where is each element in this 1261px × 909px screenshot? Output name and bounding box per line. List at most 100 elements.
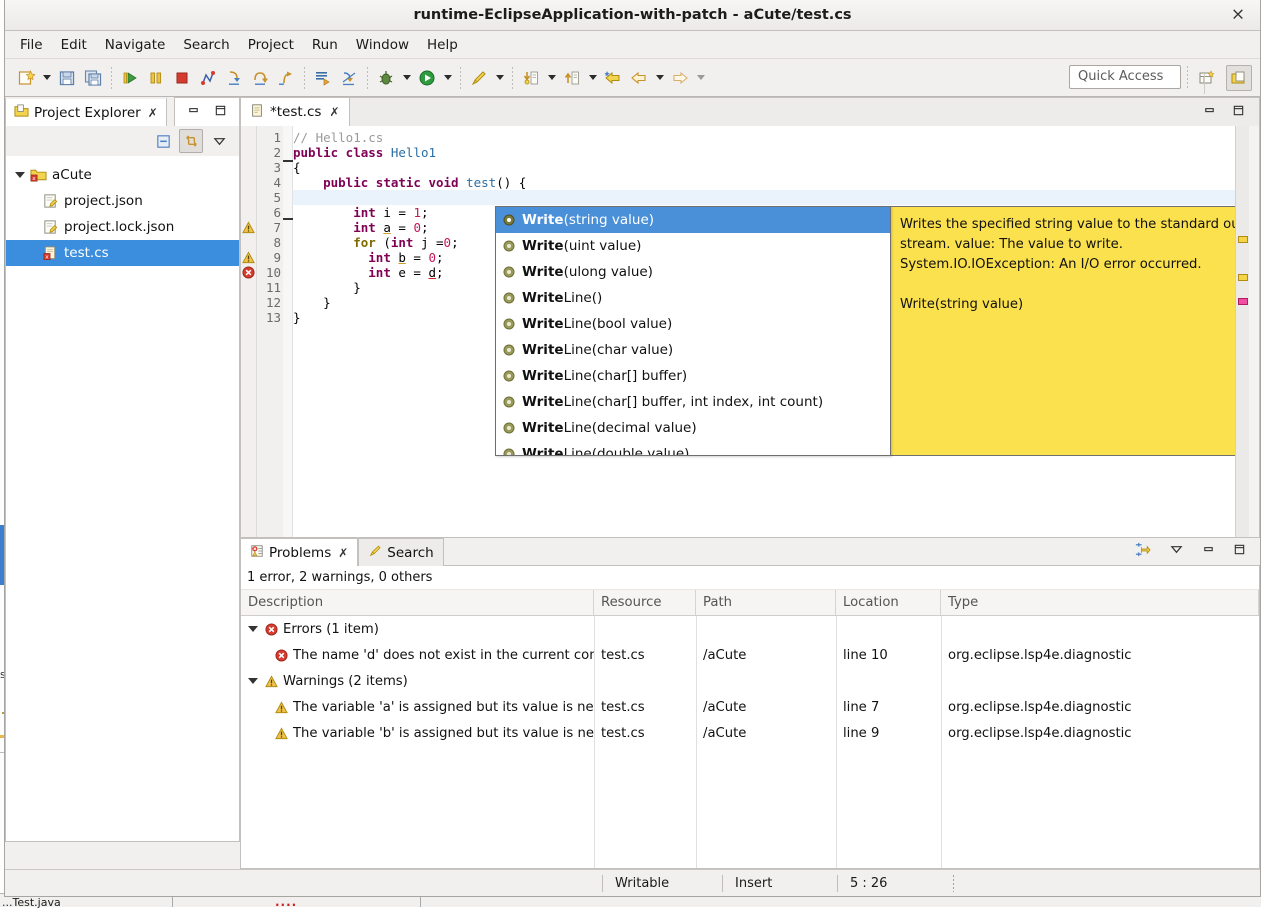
- debug-icon[interactable]: [373, 65, 399, 91]
- folding-marker[interactable]: [283, 218, 293, 220]
- close-icon[interactable]: ×: [1228, 7, 1248, 24]
- menu-item-edit[interactable]: Edit: [52, 33, 96, 57]
- autocomplete-item[interactable]: WriteLine(char[] buffer, int index, int …: [496, 389, 890, 415]
- chevron-down-icon[interactable]: [248, 626, 258, 632]
- close-icon[interactable]: ✗: [329, 105, 339, 119]
- menu-item-run[interactable]: Run: [303, 33, 347, 57]
- problems-group-row[interactable]: Warnings (2 items): [241, 668, 1259, 694]
- forward-dropdown-arrow[interactable]: [693, 65, 708, 91]
- external-tools-icon[interactable]: [466, 65, 492, 91]
- tab-problems[interactable]: Problems ✗: [240, 538, 358, 566]
- warning-marker-icon[interactable]: [242, 221, 255, 238]
- autocomplete-item[interactable]: Write(uint value): [496, 233, 890, 259]
- menu-item-window[interactable]: Window: [347, 33, 418, 57]
- sidebar-item-project-json[interactable]: project.json: [6, 188, 239, 214]
- editor-folding-ruler[interactable]: [283, 126, 293, 537]
- open-task-icon[interactable]: [310, 65, 336, 91]
- forward-icon[interactable]: [667, 65, 693, 91]
- focus-on-selection-icon[interactable]: [1134, 541, 1151, 562]
- back-history-icon[interactable]: [600, 65, 626, 91]
- overview-ruler-mark[interactable]: [1238, 236, 1248, 243]
- run-dropdown-arrow[interactable]: [440, 65, 455, 91]
- column-header[interactable]: Type: [941, 590, 1259, 615]
- skip-breakpoints-icon[interactable]: [336, 65, 362, 91]
- minimize-icon[interactable]: [187, 104, 200, 121]
- close-icon[interactable]: ✗: [148, 106, 158, 120]
- save-all-icon[interactable]: [80, 65, 106, 91]
- error-marker-icon[interactable]: [242, 266, 255, 283]
- autocomplete-item[interactable]: WriteLine(char[] buffer): [496, 363, 890, 389]
- save-icon[interactable]: [54, 65, 80, 91]
- autocomplete-item[interactable]: WriteLine(bool value): [496, 311, 890, 337]
- maximize-icon[interactable]: [1232, 104, 1245, 121]
- quick-access-input[interactable]: Quick Access: [1069, 65, 1181, 89]
- sidebar-item-test-cs[interactable]: x test.cs: [6, 240, 239, 266]
- problems-table-body[interactable]: Errors (1 item)The name 'd' does not exi…: [241, 616, 1259, 868]
- column-header[interactable]: Description: [241, 590, 594, 615]
- step-over-icon[interactable]: [247, 65, 273, 91]
- editor-text[interactable]: // Hello1.cspublic class Hello1{ public …: [293, 126, 1235, 537]
- menu-item-help[interactable]: Help: [418, 33, 467, 57]
- autocomplete-item[interactable]: Write(string value): [496, 207, 890, 233]
- autocomplete-popup[interactable]: Write(string value)Write(uint value)Writ…: [495, 206, 891, 456]
- back-dropdown-arrow[interactable]: [652, 65, 667, 91]
- maximize-icon[interactable]: [1233, 543, 1246, 560]
- new-wizard-icon[interactable]: [13, 65, 39, 91]
- tab-test-cs[interactable]: *test.cs ✗: [240, 97, 350, 126]
- pull-dropdown-arrow[interactable]: [544, 65, 559, 91]
- resume-icon[interactable]: [117, 65, 143, 91]
- step-return-icon[interactable]: [273, 65, 299, 91]
- autocomplete-item[interactable]: WriteLine(): [496, 285, 890, 311]
- view-menu-icon[interactable]: [207, 129, 231, 153]
- problems-item-row[interactable]: The name 'd' does not exist in the curre…: [241, 642, 1259, 668]
- autocomplete-item[interactable]: Write(ulong value): [496, 259, 890, 285]
- editor-overview-ruler[interactable]: [1235, 126, 1249, 537]
- project-explorer-tree[interactable]: x aCute pr: [5, 156, 240, 842]
- status-resize-grip[interactable]: [953, 875, 954, 892]
- push-icon[interactable]: [559, 65, 585, 91]
- sidebar-item-project-lock-json[interactable]: project.lock.json: [6, 214, 239, 240]
- folding-marker[interactable]: [283, 160, 293, 162]
- collapse-all-icon[interactable]: [151, 129, 175, 153]
- autocomplete-item[interactable]: WriteLine(char value): [496, 337, 890, 363]
- open-perspective-icon[interactable]: [1194, 65, 1220, 91]
- resource-perspective-icon[interactable]: [1226, 65, 1252, 91]
- chevron-down-icon[interactable]: [248, 678, 258, 684]
- overview-ruler-mark[interactable]: [1238, 298, 1248, 305]
- disconnect-icon[interactable]: [195, 65, 221, 91]
- editor-annotation-ruler[interactable]: [241, 126, 257, 537]
- column-header[interactable]: Resource: [594, 590, 696, 615]
- push-dropdown-arrow[interactable]: [585, 65, 600, 91]
- menu-item-navigate[interactable]: Navigate: [96, 33, 175, 57]
- back-icon[interactable]: [626, 65, 652, 91]
- minimize-icon[interactable]: [1202, 543, 1215, 560]
- autocomplete-item[interactable]: WriteLine(double value): [496, 441, 890, 456]
- pull-icon[interactable]: [518, 65, 544, 91]
- overview-ruler-mark[interactable]: [1238, 274, 1248, 281]
- problems-group-row[interactable]: Errors (1 item): [241, 616, 1259, 642]
- editor-vertical-scrollbar[interactable]: [1249, 126, 1259, 537]
- tab-search[interactable]: Search: [358, 538, 443, 566]
- editor-canvas[interactable]: 12345678910111213 // Hello1.cspublic cla…: [240, 126, 1260, 538]
- problems-item-row[interactable]: The variable 'b' is assigned but its val…: [241, 720, 1259, 746]
- column-header[interactable]: Location: [836, 590, 941, 615]
- menu-item-search[interactable]: Search: [174, 33, 238, 57]
- problems-item-row[interactable]: The variable 'a' is assigned but its val…: [241, 694, 1259, 720]
- run-icon[interactable]: [414, 65, 440, 91]
- tab-project-explorer[interactable]: Project Explorer ✗: [5, 97, 167, 126]
- autocomplete-item[interactable]: WriteLine(decimal value): [496, 415, 890, 441]
- minimize-icon[interactable]: [1203, 104, 1216, 121]
- link-with-editor-icon[interactable]: [179, 129, 203, 153]
- sidebar-item-acute[interactable]: x aCute: [6, 162, 239, 188]
- close-icon[interactable]: ✗: [338, 546, 348, 560]
- terminate-icon[interactable]: [169, 65, 195, 91]
- menu-item-project[interactable]: Project: [239, 33, 303, 57]
- suspend-icon[interactable]: [143, 65, 169, 91]
- debug-dropdown-arrow[interactable]: [399, 65, 414, 91]
- new-wizard-dropdown-arrow[interactable]: [39, 65, 54, 91]
- view-menu-icon[interactable]: [1169, 542, 1184, 561]
- external-tools-dropdown-arrow[interactable]: [492, 65, 507, 91]
- step-into-icon[interactable]: [221, 65, 247, 91]
- maximize-icon[interactable]: [214, 104, 227, 121]
- chevron-down-icon[interactable]: [12, 172, 28, 178]
